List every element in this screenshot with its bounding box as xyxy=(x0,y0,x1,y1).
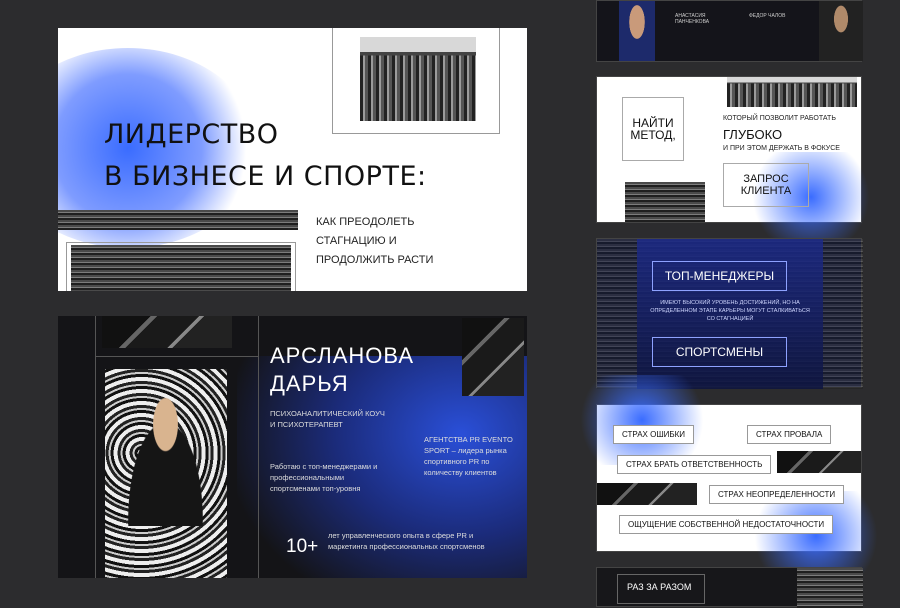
deep-text: ГЛУБОКО xyxy=(723,127,783,142)
gym-strip-photo xyxy=(102,316,232,348)
treadmill-photo xyxy=(462,318,524,396)
team-slide[interactable]: АНАСТАСИЯ ПАНЧЕНКОВА ФЕДОР ЧАЛОВ xyxy=(596,0,863,62)
slide-title: ЛИДЕРСТВО В БИЗНЕСЕ И СПОРТЕ: xyxy=(104,114,427,198)
stadium-photo xyxy=(797,568,863,608)
title-line-1: ЛИДЕРСТВО xyxy=(104,119,279,150)
name-line-1: АРСЛАНОВА xyxy=(270,343,414,368)
managers-box: ТОП-МЕНЕДЖЕРЫ xyxy=(652,261,787,291)
athletes-box: СПОРТСМЕНЫ xyxy=(652,337,787,367)
stands-photo xyxy=(71,245,291,291)
fear-chip: ОЩУЩЕНИЕ СОБСТВЕННОЙ НЕДОСТАТОЧНОСТИ xyxy=(619,515,834,534)
blue-gradient-glow xyxy=(567,375,717,465)
speaker-role: ПСИХОАНАЛИТИЧЕСКИЙ КОУЧ И ПСИХОТЕРАПЕВТ xyxy=(270,409,385,429)
years-description: лет управленческого опыта в сфере PR и м… xyxy=(328,531,485,551)
person-photo xyxy=(819,1,863,61)
work-description: Работаю с топ-менеджерами и профессионал… xyxy=(270,462,378,493)
person-name: ФЕДОР ЧАЛОВ xyxy=(749,13,786,19)
gym-photo xyxy=(597,483,697,505)
person-name: АНАСТАСИЯ ПАНЧЕНКОВА xyxy=(675,13,710,25)
find-method-box: НАЙТИ МЕТОД, xyxy=(622,97,684,161)
divider-line xyxy=(258,316,259,578)
agency-description: АГЕНТСТВА PR EVENTO SPORT – лидера рынка… xyxy=(424,435,513,477)
request-box: ЗАПРОС КЛИЕНТА xyxy=(723,163,809,207)
stadium-photo xyxy=(727,77,857,107)
stands-photo xyxy=(625,182,705,222)
stadium-strip-photo xyxy=(58,210,298,230)
fear-chip: СТРАХ БРАТЬ ОТВЕТСТВЕННОСТЬ xyxy=(617,455,772,474)
speaker-portrait xyxy=(118,396,213,526)
deep-top-text: КОТОРЫЙ ПОЗВОЛИТ РАБОТАТЬ xyxy=(723,115,836,122)
title-line-2: В БИЗНЕСЕ И СПОРТЕ: xyxy=(104,161,427,192)
years-value: 10+ xyxy=(286,536,319,557)
speaker-name: АРСЛАНОВА ДАРЬЯ xyxy=(270,342,414,398)
gym-photo xyxy=(777,451,861,473)
bottom-photo-frame xyxy=(66,242,296,291)
stadium-photo xyxy=(360,37,476,121)
person-photo xyxy=(619,1,655,61)
middle-text: ИМЕЮТ ВЫСОКИЙ УРОВЕНЬ ДОСТИЖЕНИЙ, НО НА … xyxy=(650,300,810,322)
repeat-text: РАЗ ЗА РАЗОМ xyxy=(627,582,692,592)
fears-slide[interactable]: СТРАХ ОШИБКИ СТРАХ ПРОВАЛА СТРАХ БРАТЬ О… xyxy=(567,375,891,581)
fear-chip: СТРАХ ПРОВАЛА xyxy=(747,425,832,444)
repeat-slide[interactable]: РАЗ ЗА РАЗОМ xyxy=(596,567,863,608)
deep-bottom-text: И ПРИ ЭТОМ ДЕРЖАТЬ В ФОКУСЕ xyxy=(723,145,840,152)
fear-chip: СТРАХ ОШИБКИ xyxy=(613,425,695,444)
speaker-slide[interactable]: АРСЛАНОВА ДАРЬЯ ПСИХОАНАЛИТИЧЕСКИЙ КОУЧ … xyxy=(58,316,527,578)
slide-subtitle: КАК ПРЕОДОЛЕТЬ СТАГНАЦИЮ И ПРОДОЛЖИТЬ РА… xyxy=(316,216,434,266)
fear-chip: СТРАХ НЕОПРЕДЕЛЕННОСТИ xyxy=(709,485,845,504)
audience-slide[interactable]: ТОП-МЕНЕДЖЕРЫ ИМЕЮТ ВЫСОКИЙ УРОВЕНЬ ДОСТ… xyxy=(596,238,863,389)
name-line-2: ДАРЬЯ xyxy=(270,371,349,396)
method-slide[interactable]: НАЙТИ МЕТОД, КОТОРЫЙ ПОЗВОЛИТ РАБОТАТЬ Г… xyxy=(596,76,881,242)
divider-line xyxy=(95,356,258,357)
title-slide[interactable]: ЛИДЕРСТВО В БИЗНЕСЕ И СПОРТЕ: КАК ПРЕОДО… xyxy=(58,28,527,291)
